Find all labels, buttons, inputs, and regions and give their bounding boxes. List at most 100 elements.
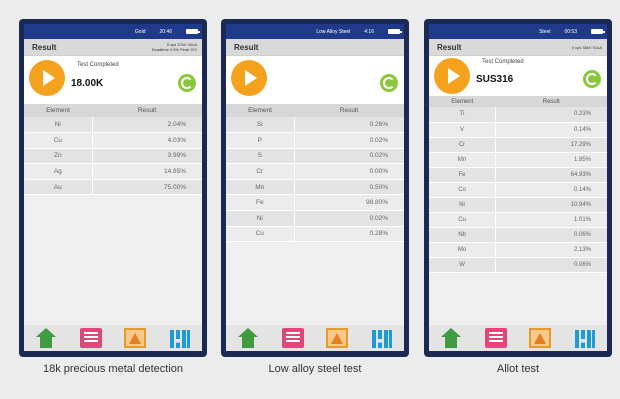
device-low-alloy-steel: Low Alloy Steel 4:16 Result Element Resu… — [221, 19, 409, 357]
result-cell: 17.29% — [495, 137, 607, 153]
caption: 18k precious metal detection — [42, 363, 184, 375]
result-column-header: Result — [92, 104, 202, 117]
bar-chart-icon[interactable] — [371, 328, 393, 348]
result-cell: 0.14% — [495, 182, 607, 198]
element-cell: Mn — [226, 179, 295, 196]
status-time: 4:16 — [364, 28, 374, 35]
caption: Low alloy steel test — [268, 363, 362, 375]
caption: Allot test — [496, 363, 540, 375]
play-button[interactable] — [231, 60, 267, 96]
table-row: Ni 0.02% — [226, 210, 404, 227]
battery-icon — [388, 29, 402, 34]
table-header-row: Element Result — [226, 104, 404, 117]
status-title: Gold — [134, 28, 146, 35]
result-cell: 1.01% — [495, 212, 607, 228]
result-cell: 0.06% — [495, 227, 607, 243]
result-cell: 0.02% — [294, 132, 404, 149]
table-row: P 0.02% — [226, 132, 404, 149]
element-cell: Mo — [429, 242, 497, 258]
results-table: Element Result Ni 2.04% Cu 4.03% Zn 3.99% A… — [24, 104, 202, 196]
bottom-toolbar — [429, 325, 607, 351]
bottom-toolbar — [226, 325, 404, 351]
result-cell: 0.50% — [294, 179, 404, 196]
table-row: Ti 0.23% — [429, 107, 607, 123]
element-cell: W — [429, 257, 497, 273]
spectrum-icon[interactable] — [529, 328, 552, 348]
element-cell: Cu — [226, 226, 295, 243]
status-time: 20:46 — [159, 28, 172, 35]
result-cell: 98.80% — [294, 194, 404, 212]
element-column-header: Element — [429, 96, 496, 107]
table-row: Ni 10.94% — [429, 197, 607, 213]
results-table: Element Result Si 0.26% P 0.02% S 0.02% Cr 0… — [226, 104, 404, 243]
bar-chart-icon[interactable] — [574, 328, 596, 348]
table-header-row: Element Result — [429, 96, 607, 107]
test-status: Test Completed — [77, 62, 119, 68]
refresh-icon[interactable] — [178, 74, 196, 92]
element-cell: Ag — [24, 163, 93, 180]
table-row: Si 0.26% — [226, 117, 404, 134]
home-icon[interactable] — [237, 328, 259, 348]
result-cell: 0.28% — [294, 226, 404, 243]
table-row: Mo 2.13% — [429, 242, 607, 258]
result-cell: 4.03% — [92, 132, 202, 149]
element-cell: P — [226, 132, 295, 149]
element-cell: Ti — [429, 107, 497, 123]
element-cell: Ni — [226, 210, 295, 227]
test-status: Test Completed — [482, 59, 524, 65]
bar-chart-icon[interactable] — [169, 328, 191, 348]
status-bar: Steel 00:53 — [429, 24, 607, 39]
device-screen: Low Alloy Steel 4:16 Result Element Resu… — [226, 24, 404, 351]
spectrum-icon[interactable] — [326, 328, 349, 348]
result-label: Result — [234, 42, 259, 52]
params-line-1: 0 cps 38kV 51uA — [571, 44, 602, 50]
result-cell: 0.02% — [294, 148, 404, 165]
table-row: Co 0.14% — [429, 182, 607, 198]
element-cell: V — [429, 122, 497, 138]
bottom-toolbar — [24, 325, 202, 351]
report-icon[interactable] — [79, 328, 102, 348]
table-row: Cu 4.03% — [24, 132, 202, 149]
battery-icon — [186, 29, 200, 34]
table-header-row: Element Result — [24, 104, 202, 117]
play-button[interactable] — [434, 58, 470, 94]
element-cell: Si — [226, 117, 295, 134]
element-cell: Au — [24, 179, 93, 196]
table-row: Zn 3.99% — [24, 148, 202, 165]
status-time: 00:53 — [564, 28, 577, 35]
element-cell: Cu — [429, 212, 497, 228]
report-icon[interactable] — [484, 328, 507, 348]
table-row: Mn 1.85% — [429, 152, 607, 168]
device-screen: Steel 00:53 Result 0 cps 38kV 51uA Test … — [429, 24, 607, 351]
result-header: Test Completed SUS316 — [429, 56, 607, 96]
spectrum-icon[interactable] — [124, 328, 147, 348]
refresh-icon[interactable] — [380, 74, 398, 92]
refresh-icon[interactable] — [583, 70, 601, 88]
result-cell: 0.23% — [495, 107, 607, 123]
element-cell: Mn — [429, 152, 497, 168]
element-cell: Cr — [226, 163, 295, 180]
element-cell: Cr — [429, 137, 497, 153]
result-cell: 1.85% — [495, 152, 607, 168]
play-button[interactable] — [29, 60, 65, 96]
test-parameters: 0 cps 38kV 51uA — [572, 45, 602, 50]
home-icon[interactable] — [35, 328, 57, 348]
table-row: Cu 1.01% — [429, 212, 607, 228]
element-cell: Ni — [24, 117, 93, 134]
params-line-2: Deadtime 0.5% Peak 971 — [151, 47, 197, 52]
result-cell: 75.00% — [92, 179, 202, 196]
table-row: Ag 14.85% — [24, 163, 202, 180]
result-cell: 0.02% — [294, 210, 404, 227]
report-icon[interactable] — [281, 328, 304, 348]
test-parameters: 0 cps 37kV 40uA Deadtime 0.5% Peak 971 — [152, 42, 197, 52]
status-bar: Gold 20:46 — [24, 24, 202, 39]
sample-name: 18.00K — [71, 78, 104, 89]
table-row: Au 75.00% — [24, 179, 202, 196]
result-bar: Result 0 cps 37kV 40uA Deadtime 0.5% Pea… — [24, 39, 202, 56]
home-icon[interactable] — [440, 328, 462, 348]
table-row: S 0.02% — [226, 148, 404, 165]
result-cell: 2.13% — [495, 242, 607, 258]
device-steel: Steel 00:53 Result 0 cps 38kV 51uA Test … — [424, 19, 612, 357]
result-header — [226, 56, 404, 104]
result-cell: 2.04% — [92, 117, 202, 134]
